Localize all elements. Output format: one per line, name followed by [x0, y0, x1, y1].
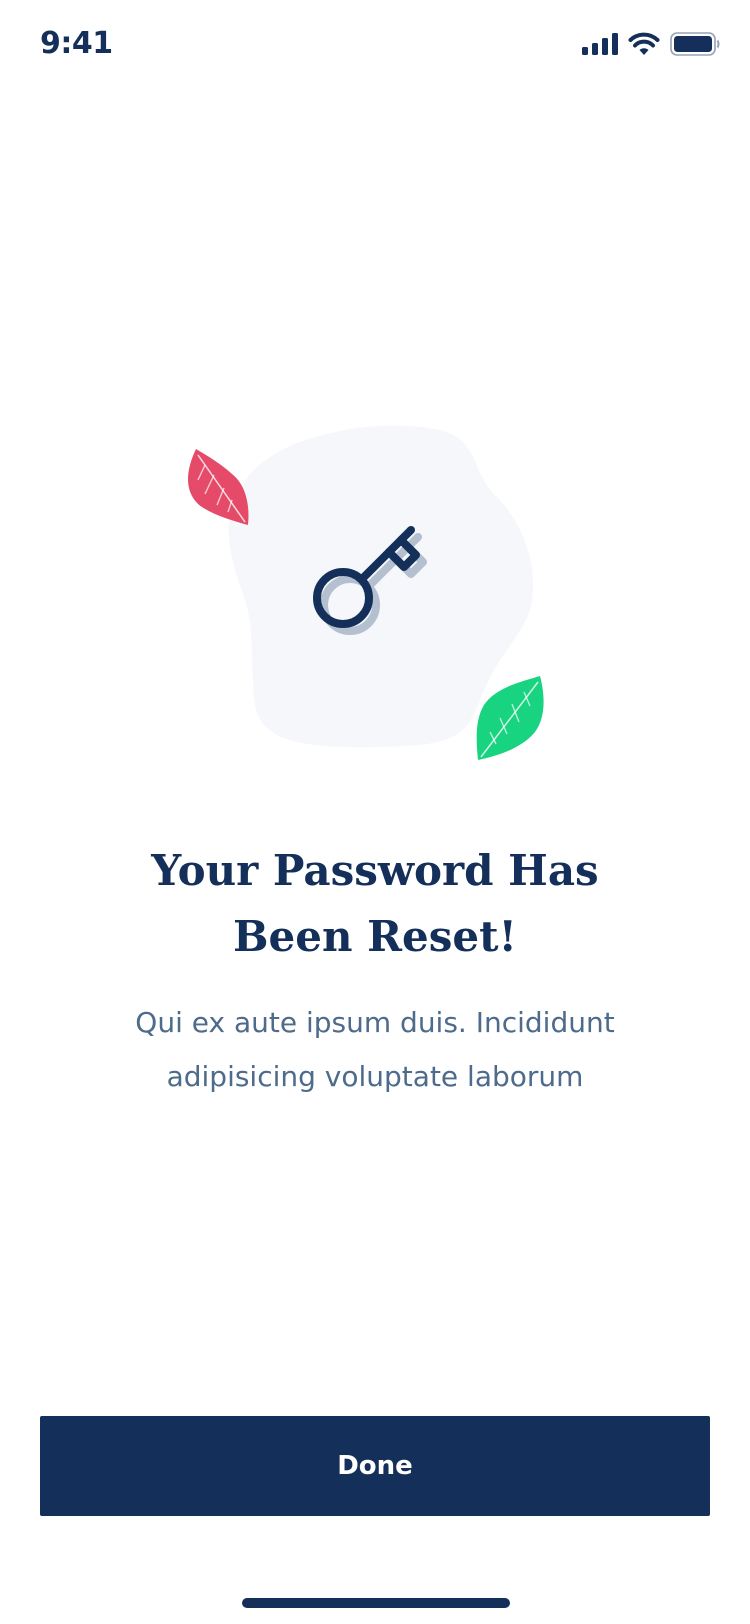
blob-background: [228, 425, 534, 748]
description-line-2: adipisicing voluptate laborum: [166, 1060, 584, 1093]
page-description: Qui ex aute ipsum duis. Incididunt adipi…: [0, 996, 750, 1104]
done-button[interactable]: Done: [40, 1416, 710, 1516]
title-line-1: Your Password Has: [151, 846, 599, 895]
leaf-icon-red: [188, 449, 249, 525]
home-indicator[interactable]: [242, 1598, 510, 1608]
page-title: Your Password Has Been Reset!: [0, 838, 750, 970]
leaf-icon-green: [476, 676, 544, 760]
title-line-2: Been Reset!: [233, 912, 517, 961]
description-line-1: Qui ex aute ipsum duis. Incididunt: [135, 1006, 615, 1039]
password-reset-illustration: [188, 425, 544, 760]
